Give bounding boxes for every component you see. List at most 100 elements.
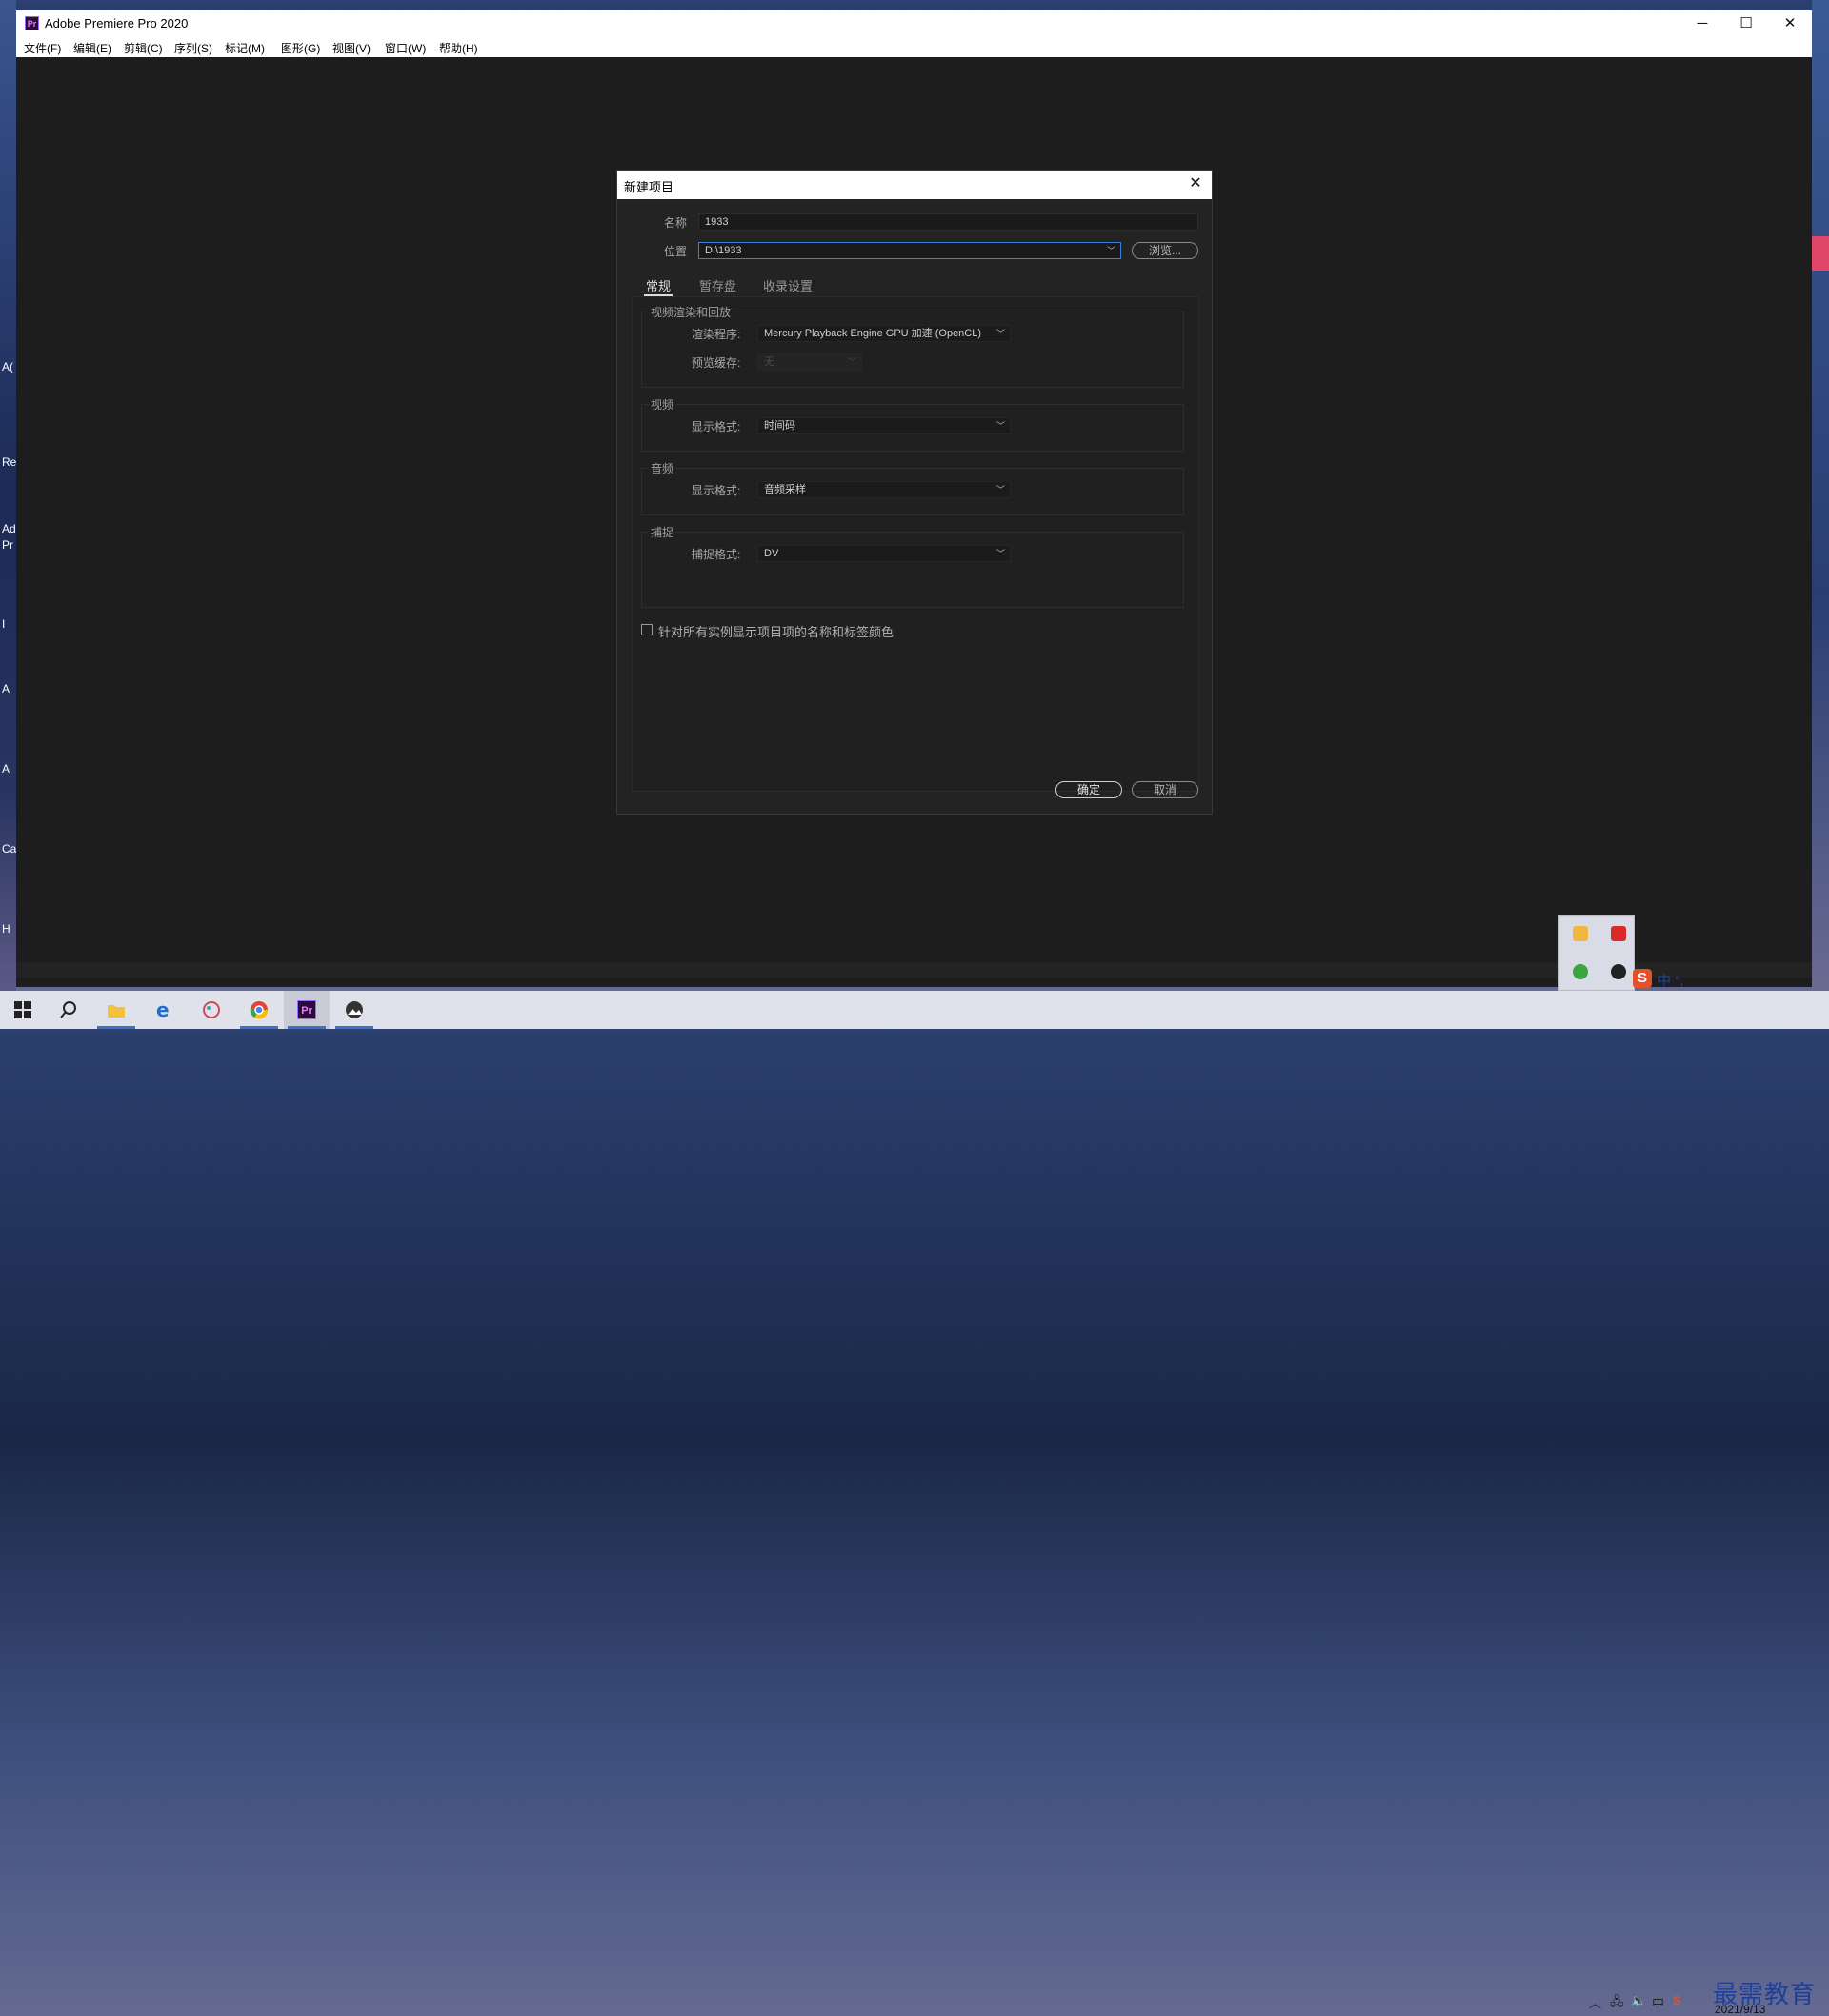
renderer-select[interactable]: Mercury Playback Engine GPU 加速 (OpenCL) … [757, 325, 1011, 342]
desktop-label: A [2, 762, 10, 776]
capture-group-title: 捕捉 [649, 524, 676, 540]
dialog-close-button[interactable]: ✕ [1185, 173, 1206, 194]
start-button[interactable] [0, 991, 46, 1029]
menu-file[interactable]: 文件(F) [24, 40, 61, 56]
renderer-label: 渲染程序: [692, 328, 741, 341]
dialog-title: 新建项目 [624, 180, 674, 194]
audio-format-select[interactable]: 音频采样 ﹀ [757, 481, 1011, 498]
workspace-status-strip [16, 962, 1812, 978]
new-project-dialog: 新建项目 ✕ 名称 1933 位置 D:\1933 ﹀ 浏览... 常规 暂存盘… [616, 170, 1213, 815]
video-format-label: 显示格式: [692, 420, 741, 433]
search-icon [60, 1001, 76, 1018]
tab-scratch-disks[interactable]: 暂存盘 [699, 276, 736, 294]
tray-app-icon[interactable] [1611, 926, 1626, 941]
taskbar-edge[interactable]: e [141, 991, 187, 1029]
location-value: D:\1933 [705, 245, 742, 256]
desktop-left-strip: A( Re Ad Pr I A A Ca H [0, 0, 16, 991]
tray-app-icon[interactable] [1573, 926, 1588, 941]
desktop-label: A [2, 682, 10, 696]
preview-cache-value: 无 [764, 356, 774, 368]
edge-icon: e [156, 1000, 170, 1019]
desktop-label: I [2, 617, 6, 631]
chevron-up-icon[interactable]: ︿ [1589, 1993, 1601, 2011]
audio-format-value: 音频采样 [764, 484, 806, 495]
paint-icon [203, 1001, 220, 1018]
network-icon[interactable]: 🖧 [1610, 1993, 1624, 2014]
folder-icon [108, 1005, 125, 1018]
menu-bar: 文件(F) 编辑(E) 剪辑(C) 序列(S) 标记(M) 图形(G) 视图(V… [16, 36, 1812, 57]
dialog-title-bar[interactable]: 新建项目 ✕ [617, 171, 1212, 199]
ime-toolbar[interactable]: S 中 °, [1633, 966, 1829, 991]
menu-view[interactable]: 视图(V) [332, 40, 371, 56]
taskbar-chrome[interactable] [236, 991, 282, 1029]
desktop-label: Ca [2, 842, 17, 856]
renderer-value: Mercury Playback Engine GPU 加速 (OpenCL) [764, 328, 982, 339]
minimize-button[interactable]: ─ [1680, 10, 1724, 36]
desktop-label: H [2, 922, 10, 936]
chevron-down-icon: ﹀ [995, 485, 1005, 494]
desktop-right-strip [1812, 0, 1829, 991]
premiere-app-icon: Pr [25, 16, 39, 30]
close-window-button[interactable]: ✕ [1768, 10, 1812, 36]
capture-group [641, 532, 1184, 608]
desktop-label: Ad [2, 522, 16, 535]
video-format-value: 时间码 [764, 420, 795, 432]
chevron-down-icon[interactable]: ﹀ [1107, 243, 1115, 258]
capture-format-value: DV [764, 548, 779, 559]
volume-icon[interactable]: 🔈 [1631, 1993, 1646, 2008]
chevron-down-icon: ﹀ [847, 357, 856, 367]
location-field[interactable]: D:\1933 ﹀ [698, 242, 1121, 259]
show-label-colors-checkbox[interactable] [641, 624, 653, 635]
sogou-tray-icon[interactable]: S [1673, 1993, 1681, 2007]
show-label-colors-label: 针对所有实例显示项目项的名称和标签颜色 [658, 625, 894, 639]
menu-sequence[interactable]: 序列(S) [174, 40, 212, 56]
menu-graphics[interactable]: 图形(G) [281, 40, 320, 56]
sogou-ime-icon[interactable]: S [1633, 969, 1652, 988]
render-group-title: 视频渲染和回放 [649, 304, 734, 320]
menu-marker[interactable]: 标记(M) [225, 40, 265, 56]
taskbar-premiere[interactable]: Pr [284, 991, 330, 1029]
windows-icon [14, 1001, 31, 1018]
ime-mode-text[interactable]: 中 °, [1658, 971, 1683, 990]
qq-icon[interactable] [1611, 964, 1626, 979]
svg-text:e: e [156, 1000, 170, 1019]
video-format-select[interactable]: 时间码 ﹀ [757, 417, 1011, 434]
taskbar-app[interactable] [189, 991, 234, 1029]
ok-button[interactable]: 确定 [1055, 781, 1122, 798]
clock-date[interactable]: 2021/9/13 [1715, 2003, 1765, 2016]
desktop-label: Pr [2, 538, 13, 552]
maximize-button[interactable]: ☐ [1724, 10, 1768, 36]
photos-icon [346, 1001, 363, 1018]
browse-button[interactable]: 浏览... [1132, 242, 1198, 259]
premiere-icon: Pr [297, 1000, 316, 1019]
chrome-icon [250, 1001, 269, 1019]
preview-cache-label: 预览缓存: [692, 356, 741, 370]
name-label: 名称 [664, 216, 688, 230]
menu-help[interactable]: 帮助(H) [439, 40, 478, 56]
tab-general[interactable]: 常规 [646, 276, 671, 294]
taskbar-photos[interactable] [332, 991, 377, 1029]
location-label: 位置 [664, 245, 688, 258]
tray-app-icon[interactable] [1573, 964, 1588, 979]
desktop-label: A( [2, 360, 13, 373]
general-panel: 视频渲染和回放 渲染程序: Mercury Playback Engine GP… [632, 296, 1199, 792]
capture-format-select[interactable]: DV ﹀ [757, 545, 1011, 562]
tray-overflow-popup [1558, 915, 1635, 991]
project-name-field[interactable]: 1933 [698, 213, 1198, 231]
search-button[interactable] [46, 991, 91, 1029]
chevron-down-icon: ﹀ [995, 329, 1005, 338]
tab-ingest-settings[interactable]: 收录设置 [763, 276, 813, 294]
capture-format-label: 捕捉格式: [692, 548, 741, 561]
taskbar-explorer[interactable] [93, 991, 139, 1029]
video-group-title: 视频 [649, 396, 676, 413]
cancel-button[interactable]: 取消 [1132, 781, 1198, 798]
ime-icon[interactable]: 中 [1652, 1993, 1664, 2011]
menu-clip[interactable]: 剪辑(C) [124, 40, 163, 56]
menu-edit[interactable]: 编辑(E) [73, 40, 111, 56]
desktop-accent [1812, 236, 1829, 271]
render-group [641, 312, 1184, 388]
preview-cache-select: 无 ﹀ [757, 353, 862, 371]
title-bar[interactable]: Pr Adobe Premiere Pro 2020 ─ ☐ ✕ [16, 10, 1812, 36]
menu-window[interactable]: 窗口(W) [385, 40, 426, 56]
taskbar: e Pr ︿ 🖧 🔈 中 S 最需教育 2021/9/13 [0, 991, 1829, 2016]
